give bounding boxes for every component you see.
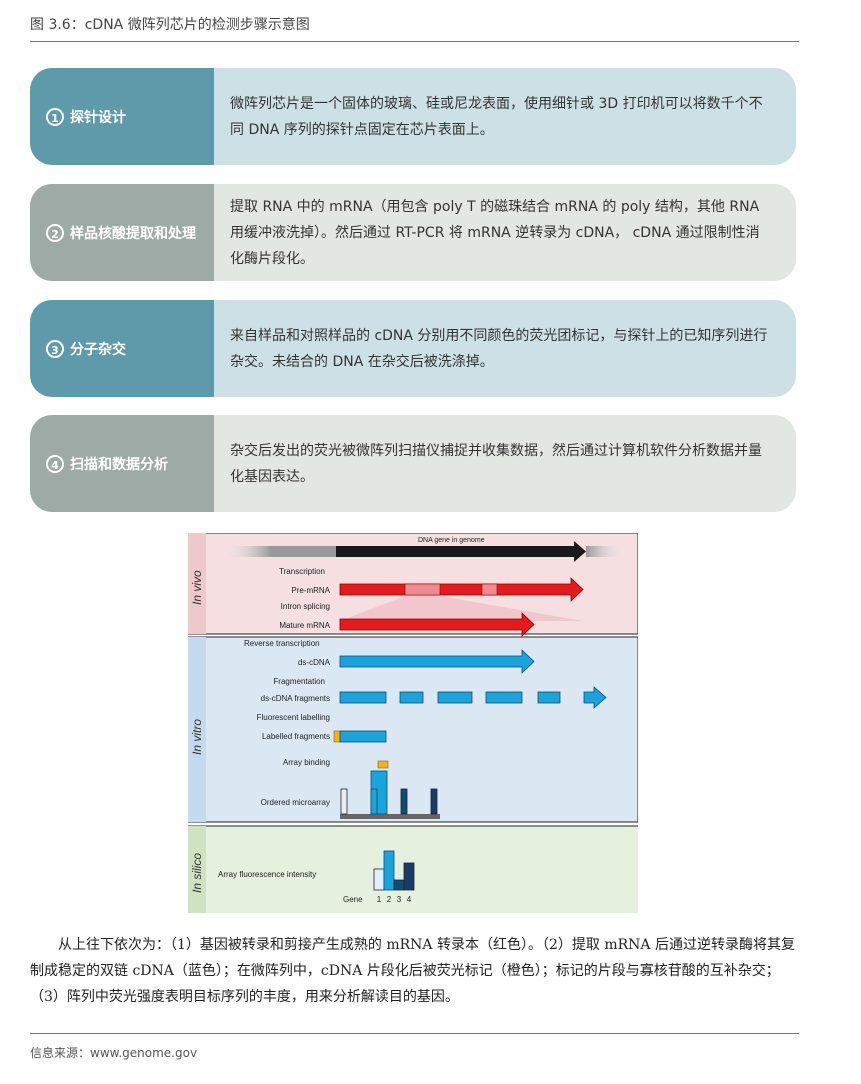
- array-intensity-label: Array fluorescence intensity: [218, 870, 316, 879]
- in-vivo-label: In vivo: [190, 570, 204, 605]
- dna-flank-right: [586, 546, 628, 557]
- intensity-bar-4: [403, 862, 415, 891]
- dna-gene-label: DNA gene in genome: [418, 537, 485, 544]
- probe-1: [340, 788, 348, 815]
- step-title: 探针设计: [70, 109, 126, 126]
- intensity-bar-1: [373, 868, 385, 891]
- ordered-microarray-label: Ordered microarray: [261, 798, 330, 807]
- ds-cdna-label: ds-cDNA: [298, 658, 331, 667]
- step-number: 1: [46, 107, 64, 126]
- step-title: 扫描和数据分析: [70, 456, 168, 473]
- step-description: 来自样品和对照样品的 cDNA 分别用不同颜色的荧光团标记，与探针上的已知序列进…: [214, 300, 796, 397]
- mature-mrna-label: Mature mRNA: [279, 621, 330, 630]
- in-vitro-label: In vitro: [190, 719, 204, 755]
- array-binding-label: Array binding: [283, 758, 330, 767]
- fluor-tag: [333, 730, 341, 743]
- microarray-base: [340, 814, 440, 819]
- cdna-fragment-5: [537, 691, 561, 704]
- cdna-fragment-4: [485, 691, 523, 704]
- step-number: 4: [46, 454, 64, 473]
- step-number: 2: [46, 223, 64, 242]
- dna-flank-left: [218, 546, 336, 557]
- pre-mrna-label: Pre-mRNA: [291, 586, 330, 595]
- probe-2-stem: [370, 788, 378, 815]
- step-label: 1 探针设计: [30, 68, 214, 165]
- probe-4: [430, 788, 438, 815]
- step-sample-processing: 2 样品核酸提取和处理 提取 RNA 中的 mRNA（用包含 poly T 的磁珠…: [30, 184, 796, 281]
- intron-1: [404, 583, 441, 596]
- step-hybridization: 3 分子杂交 来自样品和对照样品的 cDNA 分别用不同颜色的荧光团标记，与探针上…: [30, 300, 796, 397]
- step-label: 4 扫描和数据分析: [30, 415, 214, 512]
- fluorescent-labelling-label: Fluorescent labelling: [257, 713, 330, 722]
- source-note: 信息来源：www.genome.gov: [30, 1046, 198, 1060]
- microarray-workflow-diagram: In vivo DNA gene in genome Transcription…: [188, 533, 638, 913]
- probe-2-tag: [377, 760, 389, 769]
- gene-axis-label: Gene: [343, 895, 363, 904]
- intensity-bar-3: [393, 879, 405, 891]
- probe-3: [400, 788, 408, 815]
- step-description: 微阵列芯片是一个固体的玻璃、硅或尼龙表面，使用细针或 3D 打印机可以将数千个不…: [214, 68, 796, 165]
- gene-number-4: 4: [407, 895, 412, 904]
- step-description: 杂交后发出的荧光被微阵列扫描仪捕捉并收集数据，然后通过计算机软件分析数据并量化基…: [214, 415, 796, 512]
- intron-splicing-label: Intron splicing: [281, 602, 330, 611]
- header-divider: [30, 41, 799, 42]
- gene-number-1: 1: [377, 895, 382, 904]
- step-label: 3 分子杂交: [30, 300, 214, 397]
- in-silico-label: In silico: [190, 853, 204, 893]
- ds-cdna-fragments-label: ds-cDNA fragments: [261, 694, 330, 703]
- cdna-fragment-1: [339, 691, 387, 704]
- step-scan-analysis: 4 扫描和数据分析 杂交后发出的荧光被微阵列扫描仪捕捉并收集数据，然后通过计算机软…: [30, 415, 796, 512]
- step-label: 2 样品核酸提取和处理: [30, 184, 214, 281]
- step-number: 3: [46, 339, 64, 358]
- step-description: 提取 RNA 中的 mRNA（用包含 poly T 的磁珠结合 mRNA 的 p…: [214, 184, 796, 281]
- labelled-fragments-label: Labelled fragments: [262, 732, 330, 741]
- step-title: 样品核酸提取和处理: [70, 225, 196, 242]
- footer-divider: [30, 1033, 799, 1034]
- intensity-bar-2: [383, 850, 395, 891]
- labelled-fragment: [339, 730, 387, 743]
- gene-number-2: 2: [387, 895, 392, 904]
- transcription-label: Transcription: [279, 567, 325, 576]
- cdna-fragment-3: [437, 691, 473, 704]
- step-probe-design: 1 探针设计 微阵列芯片是一个固体的玻璃、硅或尼龙表面，使用细针或 3D 打印机可…: [30, 68, 796, 165]
- step-title: 分子杂交: [70, 341, 126, 358]
- reverse-transcription-label: Reverse transcription: [244, 639, 320, 648]
- cdna-fragment-2: [399, 691, 424, 704]
- figure-header: 图 3.6：cDNA 微阵列芯片的检测步骤示意图: [30, 17, 310, 33]
- intron-2: [481, 583, 498, 596]
- fragmentation-label: Fragmentation: [273, 677, 325, 686]
- gene-number-3: 3: [397, 895, 402, 904]
- figure-caption: 从上往下依次为：（1）基因被转录和剪接产生成熟的 mRNA 转录本（红色）。（2…: [30, 937, 795, 1005]
